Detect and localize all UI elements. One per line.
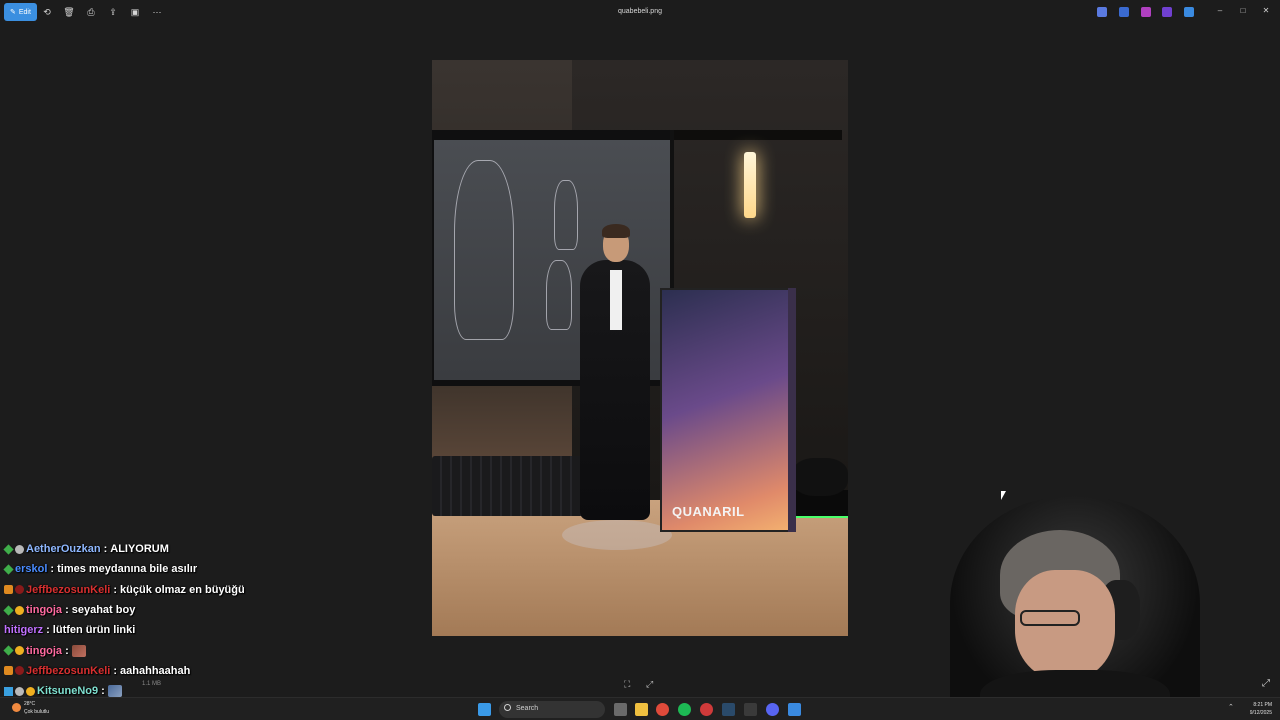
chat-username: erskol xyxy=(15,563,48,576)
discord-icon[interactable] xyxy=(766,703,779,716)
chat-message: AetherOuzkan : ALIYORUM xyxy=(3,539,334,559)
chat-username: tingoja xyxy=(26,644,63,657)
product-box xyxy=(660,288,792,532)
figure-hair xyxy=(602,224,630,238)
copilot-icon[interactable] xyxy=(1097,7,1107,17)
chat-username: JeffbezosunKeli xyxy=(26,583,111,596)
weather-icon[interactable] xyxy=(12,703,21,712)
wireframe-model xyxy=(454,160,514,340)
badge-icon xyxy=(15,544,24,554)
clock-time: 8:21 PM xyxy=(1253,702,1272,708)
task-view-icon[interactable] xyxy=(614,703,627,716)
displayed-image: QUANARIL xyxy=(432,60,848,636)
badge-icon xyxy=(15,666,24,676)
photos-icon[interactable] xyxy=(788,703,801,716)
badge-icon xyxy=(4,585,13,595)
tray-chevron-icon[interactable]: ⌃ xyxy=(1228,703,1234,711)
search-placeholder: Search xyxy=(516,705,539,712)
start-icon[interactable] xyxy=(478,703,491,716)
stream-chat: AetherOuzkan : ALIYORUM erskol : times m… xyxy=(3,539,334,701)
chat-text: seyahat boy xyxy=(71,604,136,617)
chat-username: JeffbezosunKeli xyxy=(26,664,111,677)
taskbar: 28°C Çok bulutlu Search ⌃ 8:21 PM 9/12/2… xyxy=(0,697,1280,720)
chat-message: erskol : times meydanına bile asılır xyxy=(3,559,334,579)
spotify-icon[interactable] xyxy=(678,703,691,716)
designer-icon[interactable] xyxy=(1119,7,1129,17)
figure-base xyxy=(562,520,672,550)
badge-icon xyxy=(26,686,35,696)
chat-message: hitigerz : lütfen ürün linki xyxy=(4,624,136,637)
chat-message: JeffbezosunKeli : aahahhaahah xyxy=(4,661,334,681)
chat-username: AetherOuzkan xyxy=(26,543,101,556)
mouse-cursor-icon xyxy=(1001,491,1006,500)
weather-widget[interactable]: 28°C Çok bulutlu xyxy=(24,700,49,716)
badge-icon xyxy=(15,686,24,696)
fullscreen-icon[interactable]: ⤢ xyxy=(646,679,653,690)
onedrive-icon[interactable] xyxy=(1184,7,1194,17)
chat-username: hitigerz xyxy=(4,624,44,637)
desktop-screen: ✎ Edit ⟲ 🗑 ⎙ ⇪ ▣ ⋯ quabebeli.png – □ ✕ Q… xyxy=(0,0,1280,720)
chat-username: tingoja xyxy=(26,604,63,617)
webcam-overlay xyxy=(940,490,1240,720)
chat-text: ALIYORUM xyxy=(110,543,169,556)
chat-text: küçük olmaz en büyüğü xyxy=(120,583,245,596)
chat-message: tingoja : xyxy=(3,640,334,660)
mouse xyxy=(792,458,848,496)
sub-badge-icon xyxy=(3,645,14,656)
emote-icon xyxy=(71,644,86,657)
close-icon[interactable]: ✕ xyxy=(1260,6,1272,15)
badge-icon xyxy=(15,605,24,615)
search-input[interactable] xyxy=(499,701,605,718)
badge-icon xyxy=(4,666,13,676)
expand-icon[interactable]: ⤢ xyxy=(1262,678,1270,689)
clock-date: 9/12/2025 xyxy=(1249,710,1272,716)
chat-message: JeffbezosunKeli : küçük olmaz en büyüğü xyxy=(4,580,334,600)
lamp xyxy=(744,152,756,218)
sub-badge-icon xyxy=(3,544,14,555)
badge-icon xyxy=(15,585,24,595)
weather-temp: 28°C xyxy=(24,701,36,707)
window-title: quabebeli.png xyxy=(618,8,662,15)
weather-desc: Çok bulutlu xyxy=(24,709,50,715)
maximize-icon[interactable]: □ xyxy=(1237,6,1249,15)
editor-icon[interactable] xyxy=(1162,7,1172,17)
clipchamp-icon[interactable] xyxy=(1141,7,1151,17)
chrome-icon[interactable] xyxy=(656,703,669,716)
badge-icon xyxy=(4,686,13,696)
badge-icon xyxy=(15,646,24,656)
glasses xyxy=(1020,610,1080,626)
emote-icon xyxy=(107,685,122,698)
sub-badge-icon xyxy=(3,564,14,575)
figure-shirt xyxy=(610,270,622,330)
chat-message: tingoja : seyahat boy xyxy=(3,600,334,620)
search-icon xyxy=(504,704,511,711)
epic-games-icon[interactable] xyxy=(744,703,757,716)
photos-toolbar: ✎ Edit ⟲ 🗑 ⎙ ⇪ ▣ ⋯ quabebeli.png – □ ✕ xyxy=(0,0,1280,24)
file-explorer-icon[interactable] xyxy=(635,703,648,716)
chat-text: times meydanına bile asılır xyxy=(57,563,198,576)
system-clock[interactable]: 8:21 PM 9/12/2025 xyxy=(1240,701,1272,717)
wireframe-model-small xyxy=(554,180,578,250)
product-box-brand: QUANARIL xyxy=(672,504,745,519)
chat-username: KitsuneNo9 xyxy=(37,685,99,698)
fit-to-window-icon[interactable]: ⛶ xyxy=(624,679,630,690)
chat-text: lütfen ürün linki xyxy=(52,624,136,637)
sub-badge-icon xyxy=(3,604,14,616)
wireframe-model-small xyxy=(546,260,572,330)
app-icon[interactable] xyxy=(700,703,713,716)
steam-icon[interactable] xyxy=(722,703,735,716)
chat-text: aahahhaahah xyxy=(120,664,191,677)
product-box-side xyxy=(788,288,796,532)
minimize-icon[interactable]: – xyxy=(1214,6,1226,15)
